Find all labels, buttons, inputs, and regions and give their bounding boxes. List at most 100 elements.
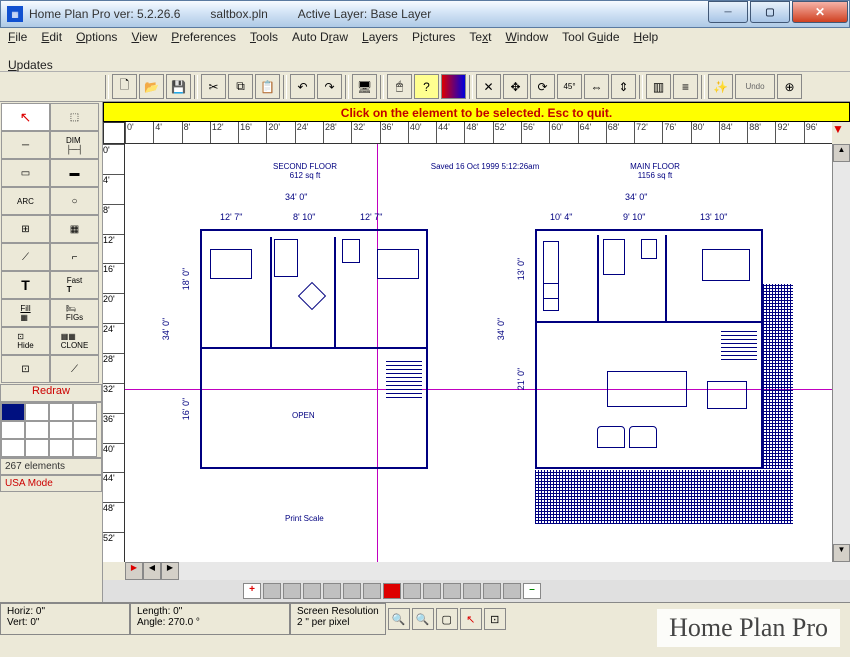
swatch[interactable] xyxy=(49,439,73,457)
door-tool[interactable]: ▦ xyxy=(50,215,99,243)
layer-tab-active[interactable] xyxy=(383,583,401,599)
swatch[interactable] xyxy=(25,421,49,439)
menu-view[interactable]: View xyxy=(131,30,157,44)
rotate-button[interactable]: ⟳ xyxy=(530,74,555,99)
menu-preferences[interactable]: Preferences xyxy=(171,30,236,44)
menu-options[interactable]: Options xyxy=(76,30,117,44)
delete-button[interactable]: ✕ xyxy=(476,74,501,99)
menu-autodraw[interactable]: Auto Draw xyxy=(292,30,348,44)
menu-help[interactable]: Help xyxy=(634,30,659,44)
angle-tool[interactable]: ⌐ xyxy=(50,243,99,271)
layer-tab[interactable] xyxy=(503,583,521,599)
drawing-canvas[interactable]: SECOND FLOOR612 sq ft Saved 16 Oct 1999 … xyxy=(125,144,832,562)
menu-updates[interactable]: Updates xyxy=(8,58,842,72)
figs-tool[interactable]: 🛏FIGs xyxy=(50,299,99,327)
save-button[interactable]: 💾 xyxy=(166,74,191,99)
minimize-button[interactable]: ─ xyxy=(708,1,748,23)
menu-layers[interactable]: Layers xyxy=(362,30,398,44)
zoom-fit-button[interactable]: ▢ xyxy=(436,608,458,630)
layer-tab[interactable] xyxy=(343,583,361,599)
swatch[interactable] xyxy=(1,421,25,439)
paste-button[interactable]: 📋 xyxy=(255,74,280,99)
menu-window[interactable]: Window xyxy=(505,30,548,44)
remove-tab-button[interactable]: – xyxy=(523,583,541,599)
scroll-left-button[interactable]: ◀ xyxy=(143,562,161,580)
swatch[interactable] xyxy=(73,421,97,439)
redo-button[interactable]: ↷ xyxy=(317,74,342,99)
fasttext-tool[interactable]: FastT xyxy=(50,271,99,299)
swatch[interactable] xyxy=(73,439,97,457)
clone-tool[interactable]: ▦▦CLONE xyxy=(50,327,99,355)
scroll-down-button[interactable]: ▼ xyxy=(833,544,850,562)
layer-tab[interactable] xyxy=(483,583,501,599)
swatch[interactable] xyxy=(25,439,49,457)
zoom-out-button[interactable]: 🔍 xyxy=(412,608,434,630)
line-tool[interactable]: ─ xyxy=(1,131,50,159)
print-button[interactable]: 🖱 xyxy=(387,74,412,99)
horizontal-scrollbar[interactable]: ▶ ◀ ▶ xyxy=(125,562,850,580)
mirror-h-button[interactable]: ⇔ xyxy=(584,74,609,99)
layer-tab[interactable] xyxy=(323,583,341,599)
menu-tools[interactable]: Tools xyxy=(250,30,278,44)
ruler-arrow-right[interactable]: ▼ xyxy=(832,122,850,144)
menu-edit[interactable]: Edit xyxy=(41,30,62,44)
undo-label-button[interactable]: Undo xyxy=(735,74,775,99)
swatch-current[interactable] xyxy=(1,403,25,421)
target-button[interactable]: ⊕ xyxy=(777,74,802,99)
redraw-button[interactable]: Redraw xyxy=(0,384,102,402)
move-button[interactable]: ✥ xyxy=(503,74,528,99)
marquee-tool[interactable]: ⬚ xyxy=(50,103,99,131)
open-button[interactable]: 📂 xyxy=(139,74,164,99)
zoom-in-button[interactable]: 🔍 xyxy=(388,608,410,630)
dim-tool[interactable]: DIM├─┤ xyxy=(50,131,99,159)
layer-tab[interactable] xyxy=(403,583,421,599)
layer-tab[interactable] xyxy=(423,583,441,599)
rect-tool[interactable]: ▭ xyxy=(1,159,50,187)
mirror-v-button[interactable]: ⇕ xyxy=(611,74,636,99)
exit-button[interactable] xyxy=(441,74,466,99)
vertical-scrollbar[interactable]: ▲ ▼ xyxy=(832,144,850,562)
angle-button[interactable]: 45° xyxy=(557,74,582,99)
zoom-window-button[interactable]: ↖ xyxy=(460,608,482,630)
maximize-button[interactable]: ▢ xyxy=(750,1,790,23)
new-button[interactable]: 🗋 xyxy=(112,74,137,99)
columns-button[interactable]: ▥ xyxy=(646,74,671,99)
swatch[interactable] xyxy=(49,421,73,439)
window-tool[interactable]: ⊞ xyxy=(1,215,50,243)
magic-button[interactable]: ✨ xyxy=(708,74,733,99)
layer-tab[interactable] xyxy=(443,583,461,599)
copy-button[interactable]: ⧉ xyxy=(228,74,253,99)
status-resolution[interactable]: Screen Resolution 2 " per pixel xyxy=(290,603,386,635)
layer-tab[interactable] xyxy=(363,583,381,599)
menu-file[interactable]: File xyxy=(8,30,27,44)
add-tab-button[interactable]: + xyxy=(243,583,261,599)
curve-tool[interactable]: ⟋ xyxy=(50,355,99,383)
layer-tab[interactable] xyxy=(283,583,301,599)
circle-tool[interactable]: ○ xyxy=(50,187,99,215)
zoom-extents-button[interactable]: ⊡ xyxy=(484,608,506,630)
polyline-tool[interactable]: ⟋ xyxy=(1,243,50,271)
plotter-button[interactable]: 🖥 xyxy=(352,74,377,99)
layer-tab[interactable] xyxy=(463,583,481,599)
swatch[interactable] xyxy=(1,439,25,457)
layer-tab[interactable] xyxy=(263,583,281,599)
cut-button[interactable]: ✂ xyxy=(201,74,226,99)
scroll-up-button[interactable]: ▲ xyxy=(833,144,850,162)
select-tool[interactable]: ↖ xyxy=(1,103,50,131)
align-button[interactable]: ≡ xyxy=(673,74,698,99)
undo-button[interactable]: ↶ xyxy=(290,74,315,99)
help-button[interactable]: ? xyxy=(414,74,439,99)
scroll-origin[interactable]: ▶ xyxy=(125,562,143,580)
swatch[interactable] xyxy=(25,403,49,421)
layer-tab[interactable] xyxy=(303,583,321,599)
menu-pictures[interactable]: Pictures xyxy=(412,30,455,44)
text-tool[interactable]: T xyxy=(1,271,50,299)
menu-text[interactable]: Text xyxy=(469,30,491,44)
swatch[interactable] xyxy=(73,403,97,421)
arc-tool[interactable]: ARC xyxy=(1,187,50,215)
swatch[interactable] xyxy=(49,403,73,421)
wall-tool[interactable]: ▬ xyxy=(50,159,99,187)
menu-toolguide[interactable]: Tool Guide xyxy=(562,30,619,44)
hide-tool[interactable]: ⊡Hide xyxy=(1,327,50,355)
close-button[interactable]: ✕ xyxy=(792,1,848,23)
